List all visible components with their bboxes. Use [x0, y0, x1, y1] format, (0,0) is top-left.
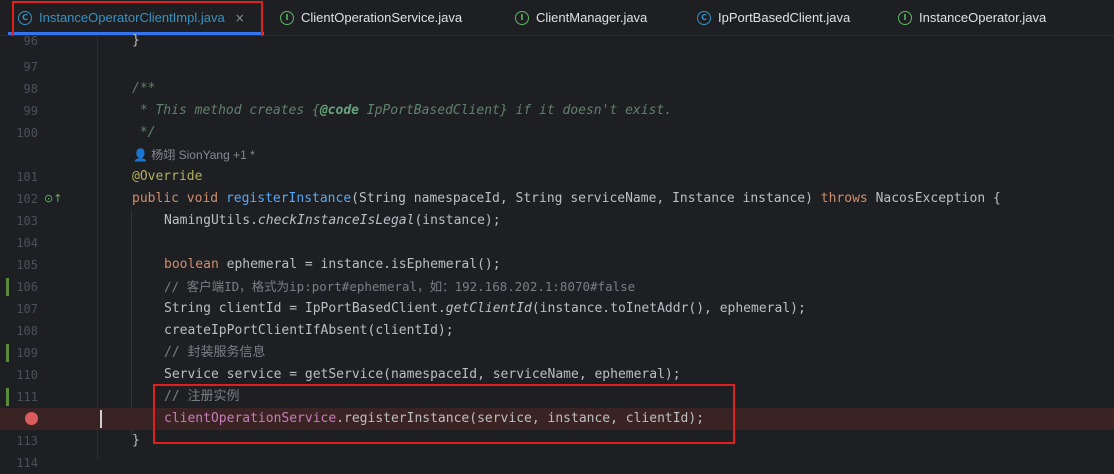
- tab-label: ClientManager.java: [536, 10, 648, 25]
- line-number: 100: [16, 126, 38, 140]
- doc-comment: */: [132, 125, 156, 140]
- text-cursor: [100, 410, 102, 428]
- line-number: 98: [23, 82, 38, 96]
- code-line: 104: [0, 232, 1114, 254]
- code-line: 96 }: [0, 30, 1114, 52]
- line-comment: // 封装服务信息: [164, 345, 266, 360]
- code-line: 103 NamingUtils.checkInstanceIsLegal(ins…: [0, 210, 1114, 232]
- code-line: 109 // 封装服务信息: [0, 342, 1114, 364]
- code-editor[interactable]: 96 } 97 98 /** 99 * This method creates …: [0, 33, 1114, 470]
- line-number: 108: [16, 324, 38, 338]
- line-number: 113: [16, 434, 38, 448]
- code-text: NamingUtils.checkInstanceIsLegal(instanc…: [164, 213, 501, 228]
- tab-label: ClientOperationService.java: [301, 10, 463, 25]
- interface-icon: I: [515, 10, 529, 25]
- code-text: }: [132, 33, 140, 48]
- line-number: 103: [16, 214, 38, 228]
- vcs-change-marker[interactable]: [6, 278, 9, 296]
- method-signature: public void registerInstance(String name…: [132, 191, 1001, 206]
- line-number: 107: [16, 302, 38, 316]
- annotation: @Override: [132, 169, 203, 184]
- vcs-change-marker[interactable]: [6, 344, 9, 362]
- line-number: 111: [16, 390, 38, 404]
- override-gutter-icon[interactable]: ⊙↑: [44, 188, 62, 210]
- code-line: 108 createIpPortClientIfAbsent(clientId)…: [0, 320, 1114, 342]
- code-text: String clientId = IpPortBasedClient.getC…: [164, 301, 806, 316]
- code-line: 97: [0, 56, 1114, 78]
- user-icon: 👤: [133, 148, 148, 162]
- code-line: 99 * This method creates {@code IpPortBa…: [0, 100, 1114, 122]
- code-line: 102 ⊙↑ public void registerInstance(Stri…: [0, 188, 1114, 210]
- line-number: 105: [16, 258, 38, 272]
- line-number: 110: [16, 368, 38, 382]
- code-line: 107 String clientId = IpPortBasedClient.…: [0, 298, 1114, 320]
- breakpoint-icon[interactable]: [25, 412, 38, 425]
- code-line: 110 Service service = getService(namespa…: [0, 364, 1114, 386]
- line-number: 97: [23, 60, 38, 74]
- code-text: createIpPortClientIfAbsent(clientId);: [164, 323, 454, 338]
- code-text: }: [132, 433, 140, 448]
- code-line: 100 */: [0, 122, 1114, 144]
- line-number: 101: [16, 170, 38, 184]
- code-line: 106 // 客户端ID，格式为ip:port#ephemeral，如：192.…: [0, 276, 1114, 298]
- code-text: boolean ephemeral = instance.isEphemeral…: [164, 257, 501, 272]
- tab-label: IpPortBasedClient.java: [718, 10, 851, 25]
- line-number: 99: [23, 104, 38, 118]
- code-line: 98 /**: [0, 78, 1114, 100]
- line-number: 96: [23, 34, 38, 48]
- line-number: 104: [16, 236, 38, 250]
- class-icon: C: [697, 10, 711, 25]
- line-number: 102: [16, 192, 38, 206]
- code-line: 105 boolean ephemeral = instance.isEphem…: [0, 254, 1114, 276]
- line-number: 114: [16, 456, 38, 470]
- doc-comment: /**: [132, 81, 156, 96]
- line-comment: // 客户端ID，格式为ip:port#ephemeral，如：192.168.…: [164, 279, 636, 294]
- code-line: 114: [0, 452, 1114, 474]
- code-text: Service service = getService(namespaceId…: [164, 367, 681, 382]
- doc-comment: * This method creates {@code IpPortBased…: [132, 103, 673, 118]
- vcs-change-marker[interactable]: [6, 388, 9, 406]
- author-inlay-hint[interactable]: 👤 杨翊 SionYang +1 *: [133, 144, 255, 166]
- code-highlight-box: [153, 384, 735, 444]
- line-number: 106: [16, 280, 38, 294]
- tab-label: InstanceOperator.java: [919, 10, 1047, 25]
- interface-icon: I: [280, 10, 294, 25]
- line-number: 109: [16, 346, 38, 360]
- code-line: 101 @Override: [0, 166, 1114, 188]
- interface-icon: I: [898, 10, 912, 25]
